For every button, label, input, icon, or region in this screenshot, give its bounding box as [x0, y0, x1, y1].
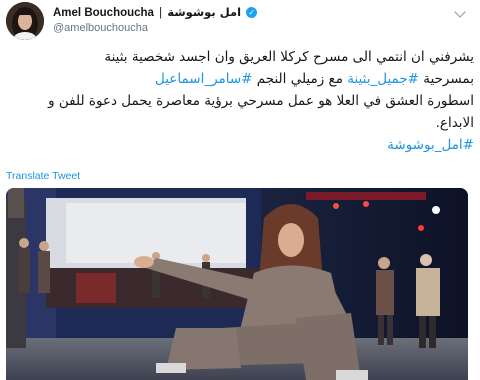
tweet-text-line-3: اسطورة العشق في العلا هو عمل مسرحي برؤية… — [48, 93, 474, 109]
stage-photo — [6, 188, 468, 380]
display-name-ar[interactable]: امل بوشوشة — [167, 5, 241, 19]
tweet-text-line-5: #امل_بوشوشة — [4, 134, 474, 156]
verified-badge-icon: ✓ — [246, 7, 258, 18]
tweet-card: Amel Bouchoucha | امل بوشوشة ✓ @amelbouc… — [0, 0, 480, 380]
tweet-text-line-1: يشرفني ان انتمي الى مسرح كركلا العريق وا… — [104, 49, 474, 65]
tweet-media-photo[interactable] — [6, 188, 468, 380]
avatar[interactable] — [6, 2, 44, 40]
user-handle[interactable]: @amelbouchoucha — [53, 22, 148, 34]
avatar-photo — [6, 2, 44, 40]
tweet-text-segment: مع زميلي النجم — [252, 71, 348, 87]
name-separator: | — [159, 7, 163, 19]
tweet-text-line-4: الابداع. — [435, 115, 474, 131]
tweet-text-segment: بمسرحية — [418, 71, 474, 87]
hashtag-link[interactable]: #امل_بوشوشة — [387, 137, 474, 153]
translate-tweet-link[interactable]: Translate Tweet — [6, 170, 80, 182]
chevron-down-icon[interactable] — [454, 6, 466, 18]
hashtag-link[interactable]: #جميل_بثينة — [347, 71, 419, 87]
tweet-text-line-2: بمسرحية #جميل_بثينة مع زميلي النجم #سامر… — [4, 68, 474, 90]
hashtag-link[interactable]: #سامر_اسماعيل — [155, 71, 253, 87]
display-name-en[interactable]: Amel Bouchoucha — [53, 7, 154, 19]
author-name-line[interactable]: Amel Bouchoucha | امل بوشوشة ✓ — [53, 5, 258, 19]
tweet-text: يشرفني ان انتمي الى مسرح كركلا العريق وا… — [4, 46, 474, 156]
